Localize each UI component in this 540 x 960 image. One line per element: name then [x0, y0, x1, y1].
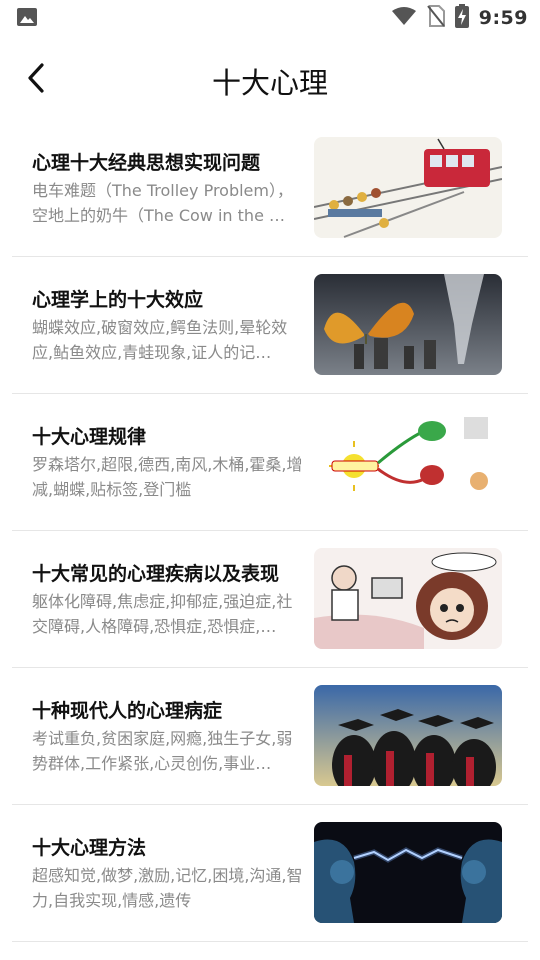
list-item-laws[interactable]: 十大心理规律 罗森塔尔,超限,德西,南风,木桶,霍桑,增减,蝴蝶,贴标签,登门槛	[12, 394, 528, 531]
app-bar: 十大心理	[0, 44, 540, 114]
item-desc: 罗森塔尔,超限,德西,南风,木桶,霍桑,增减,蝴蝶,贴标签,登门槛	[32, 455, 303, 499]
two-heads-lightning-image	[314, 822, 502, 923]
item-title: 十大心理规律	[32, 426, 147, 448]
topic-list: 心理十大经典思想实现问题 电车难题（The Trolley Problem），空…	[12, 120, 528, 942]
status-time: 9:59	[478, 7, 528, 29]
battery-charging-icon	[454, 4, 469, 32]
item-title: 十大心理方法	[32, 837, 147, 859]
item-title: 十大常见的心理疾病以及表现	[32, 563, 280, 585]
status-bar: 9:59	[0, 0, 540, 36]
list-item-effects[interactable]: 心理学上的十大效应 蝴蝶效应,破窗效应,鳄鱼法则,晕轮效应,鲇鱼效应,青蛙现象,…	[12, 257, 528, 394]
item-title: 十种现代人的心理病症	[32, 700, 223, 722]
trolley-cartoon-image	[314, 137, 502, 238]
item-desc: 电车难题（The Trolley Problem），空地上的奶牛（The Cow…	[32, 181, 293, 225]
item-desc: 躯体化障碍,焦虑症,抑郁症,强迫症,社交障碍,人格障碍,恐惧症,恐惧症,…	[32, 592, 293, 636]
list-item-trolley[interactable]: 心理十大经典思想实现问题 电车难题（The Trolley Problem），空…	[12, 120, 528, 257]
anxious-girl-cartoon-image	[314, 548, 502, 649]
list-item-partial[interactable]	[12, 943, 528, 960]
graduates-image	[314, 685, 502, 786]
item-title: 心理十大经典思想实现问题	[32, 152, 261, 174]
butterfly-tornado-image	[314, 274, 502, 375]
image-icon	[16, 7, 38, 27]
item-desc: 超感知觉,做梦,激励,记忆,困境,沟通,智力,自我实现,情感,遗传	[32, 866, 303, 910]
page-title: 十大心理	[211, 66, 328, 100]
wifi-icon	[391, 6, 417, 30]
list-item-modern[interactable]: 十种现代人的心理病症 考试重负,贫困家庭,网瘾,独生子女,弱势群体,工作紧张,心…	[12, 668, 528, 805]
no-sim-icon	[426, 5, 445, 31]
list-item-disorders[interactable]: 十大常见的心理疾病以及表现 躯体化障碍,焦虑症,抑郁症,强迫症,社交障碍,人格障…	[12, 531, 528, 668]
item-title: 心理学上的十大效应	[32, 289, 204, 311]
item-desc: 蝴蝶效应,破窗效应,鳄鱼法则,晕轮效应,鲇鱼效应,青蛙现象,证人的记…	[32, 318, 288, 362]
rosenthal-mindmap-image	[314, 411, 502, 512]
list-item-methods[interactable]: 十大心理方法 超感知觉,做梦,激励,记忆,困境,沟通,智力,自我实现,情感,遗传	[12, 805, 528, 942]
item-desc: 考试重负,贫困家庭,网瘾,独生子女,弱势群体,工作紧张,心灵创伤,事业…	[32, 729, 293, 773]
